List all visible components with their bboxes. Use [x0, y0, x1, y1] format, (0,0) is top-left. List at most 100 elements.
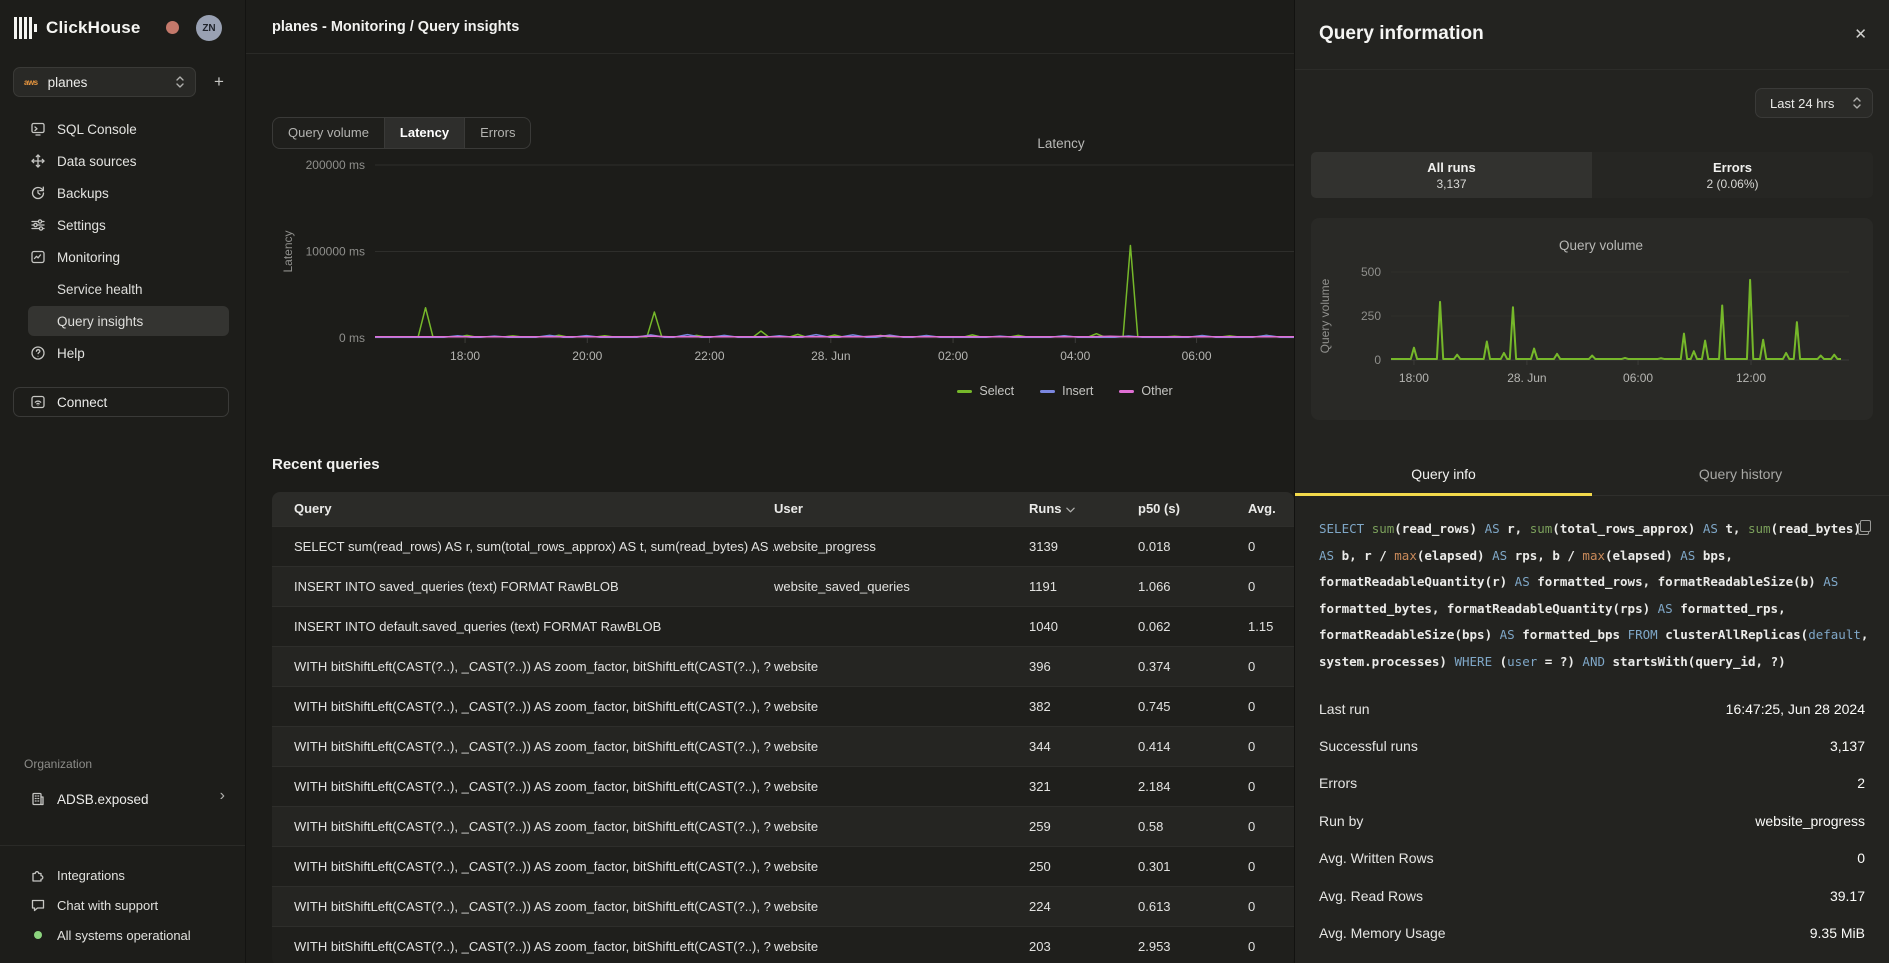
svg-text:02:00: 02:00 [938, 349, 968, 363]
svg-text:28. Jun: 28. Jun [811, 349, 850, 363]
avatar[interactable]: ZN [196, 15, 222, 41]
time-range-value: Last 24 hrs [1770, 96, 1834, 111]
workspace-select[interactable]: aws planes [13, 67, 196, 97]
cell-avg: 1.15 [1248, 606, 1294, 646]
column-header-user[interactable]: User [774, 492, 1029, 526]
table-row[interactable]: INSERT INTO default.saved_queries (text)… [272, 606, 1294, 646]
query-volume-chart: 025050018:0028. Jun06:0012:00Query volum… [1311, 218, 1874, 420]
code-line: system.processes) WHERE (user = ?) AND s… [1319, 649, 1869, 676]
table-row[interactable]: WITH bitShiftLeft(CAST(?..), _CAST(?..))… [272, 806, 1294, 846]
sidebar-item-backups[interactable]: Backups [0, 177, 245, 209]
segment-label: All runs [1427, 160, 1475, 175]
sidebar-item-service-health[interactable]: Service health [0, 273, 245, 305]
svg-text:Latency: Latency [1037, 136, 1085, 151]
latency-chart: 0 ms100000 ms200000 ms18:0020:0022:0028.… [280, 130, 1294, 390]
column-header-query[interactable]: Query [272, 492, 774, 526]
column-header-avg[interactable]: Avg. [1248, 492, 1294, 526]
legend-item[interactable]: Insert [1040, 384, 1093, 398]
system-status[interactable]: All systems operational [0, 920, 245, 950]
sql-code: SELECT sum(read_rows) AS r, sum(total_ro… [1319, 516, 1869, 675]
detail-label: Avg. Memory Usage [1319, 925, 1446, 941]
table-row[interactable]: WITH bitShiftLeft(CAST(?..), _CAST(?..))… [272, 886, 1294, 926]
column-header-runs[interactable]: Runs [1029, 492, 1138, 526]
time-range-select[interactable]: Last 24 hrs [1755, 88, 1873, 118]
sidebar-item-help[interactable]: Help [0, 337, 245, 369]
sidebar-item-monitoring[interactable]: Monitoring [0, 241, 245, 273]
cell-p50: 0.745 [1138, 686, 1248, 726]
table-row[interactable]: WITH bitShiftLeft(CAST(?..), _CAST(?..))… [272, 646, 1294, 686]
add-service-button[interactable]: + [207, 70, 231, 94]
cell-avg: 0 [1248, 566, 1294, 606]
cell-query: WITH bitShiftLeft(CAST(?..), _CAST(?..))… [272, 926, 774, 963]
help-icon [30, 345, 46, 361]
detail-row: Avg. Memory Usage9.35 MiB [1319, 914, 1865, 951]
panel-title: Query information [1319, 23, 1484, 45]
footer-item-label: Integrations [57, 868, 125, 883]
sidebar-item-data-sources[interactable]: Data sources [0, 145, 245, 177]
segment-errors[interactable]: Errors 2 (0.06%) [1592, 152, 1873, 198]
cell-runs: 382 [1029, 686, 1138, 726]
sidebar-item-label: Monitoring [57, 250, 120, 265]
close-icon[interactable]: ✕ [1854, 25, 1867, 43]
detail-row: Avg. Written Rows0 [1319, 840, 1865, 877]
detail-row: Successful runs3,137 [1319, 727, 1865, 764]
table-row[interactable]: WITH bitShiftLeft(CAST(?..), _CAST(?..))… [272, 766, 1294, 806]
column-header-p50[interactable]: p50 (s) [1138, 492, 1248, 526]
notification-dot[interactable] [166, 21, 179, 34]
connect-icon [30, 394, 46, 410]
svg-text:18:00: 18:00 [450, 349, 480, 363]
organization-section-label: Organization [24, 757, 92, 771]
detail-label: Run by [1319, 813, 1363, 829]
cell-p50: 0.062 [1138, 606, 1248, 646]
cell-user: website [774, 766, 1029, 806]
cell-user [774, 606, 1029, 646]
table-row[interactable]: WITH bitShiftLeft(CAST(?..), _CAST(?..))… [272, 686, 1294, 726]
cell-user: website [774, 846, 1029, 886]
table-row[interactable]: WITH bitShiftLeft(CAST(?..), _CAST(?..))… [272, 846, 1294, 886]
tab-query-history[interactable]: Query history [1592, 452, 1889, 495]
backups-icon [30, 185, 46, 201]
detail-value: 16:47:25, Jun 28 2024 [1726, 701, 1865, 717]
cell-p50: 1.066 [1138, 566, 1248, 606]
sidebar-item-sql-console[interactable]: SQL Console [0, 113, 245, 145]
detail-row: Avg. Read Rows39.17 [1319, 877, 1865, 914]
chevron-updown-icon [175, 75, 185, 89]
tab-query-info[interactable]: Query info [1295, 452, 1592, 495]
sidebar-item-integrations[interactable]: Integrations [0, 860, 245, 890]
cell-query: WITH bitShiftLeft(CAST(?..), _CAST(?..))… [272, 806, 774, 846]
table-row[interactable]: INSERT INTO saved_queries (text) FORMAT … [272, 566, 1294, 606]
svg-text:12:00: 12:00 [1736, 371, 1766, 385]
app: ClickHouse ZN aws planes + SQL Console D… [0, 0, 1889, 963]
cell-query: WITH bitShiftLeft(CAST(?..), _CAST(?..))… [272, 686, 774, 726]
cell-user: website [774, 726, 1029, 766]
table-header-row: Query User Runs p50 (s) Avg. [272, 492, 1294, 526]
sidebar-item-chat-support[interactable]: Chat with support [0, 890, 245, 920]
table-row[interactable]: WITH bitShiftLeft(CAST(?..), _CAST(?..))… [272, 726, 1294, 766]
cell-p50: 0.414 [1138, 726, 1248, 766]
organization-switcher[interactable]: ADSB.exposed › [0, 783, 245, 815]
connect-label: Connect [57, 395, 107, 410]
sidebar-item-settings[interactable]: Settings [0, 209, 245, 241]
cell-runs: 3139 [1029, 526, 1138, 566]
brand: ClickHouse [14, 14, 141, 42]
cell-avg: 0 [1248, 646, 1294, 686]
table-row[interactable]: SELECT sum(read_rows) AS r, sum(total_ro… [272, 526, 1294, 566]
cell-p50: 2.953 [1138, 926, 1248, 963]
integrations-icon [30, 867, 46, 883]
detail-label: Errors [1319, 775, 1357, 791]
sidebar-item-query-insights[interactable]: Query insights [0, 305, 245, 337]
sort-desc-icon [1066, 507, 1075, 513]
sidebar-nav: SQL Console Data sources Backups Setting… [0, 113, 245, 369]
connect-button[interactable]: Connect [13, 387, 229, 417]
legend-item[interactable]: Select [957, 384, 1014, 398]
legend-item[interactable]: Other [1119, 384, 1172, 398]
cell-avg: 0 [1248, 766, 1294, 806]
copy-icon[interactable] [1858, 520, 1871, 535]
terminal-icon [30, 121, 46, 137]
cell-avg: 0 [1248, 726, 1294, 766]
sidebar-item-label: Settings [57, 218, 106, 233]
footer-item-label: Chat with support [57, 898, 158, 913]
table-row[interactable]: WITH bitShiftLeft(CAST(?..), _CAST(?..))… [272, 926, 1294, 963]
segment-all-runs[interactable]: All runs 3,137 [1311, 152, 1592, 198]
code-line: SELECT sum(read_rows) AS r, sum(total_ro… [1319, 516, 1869, 543]
